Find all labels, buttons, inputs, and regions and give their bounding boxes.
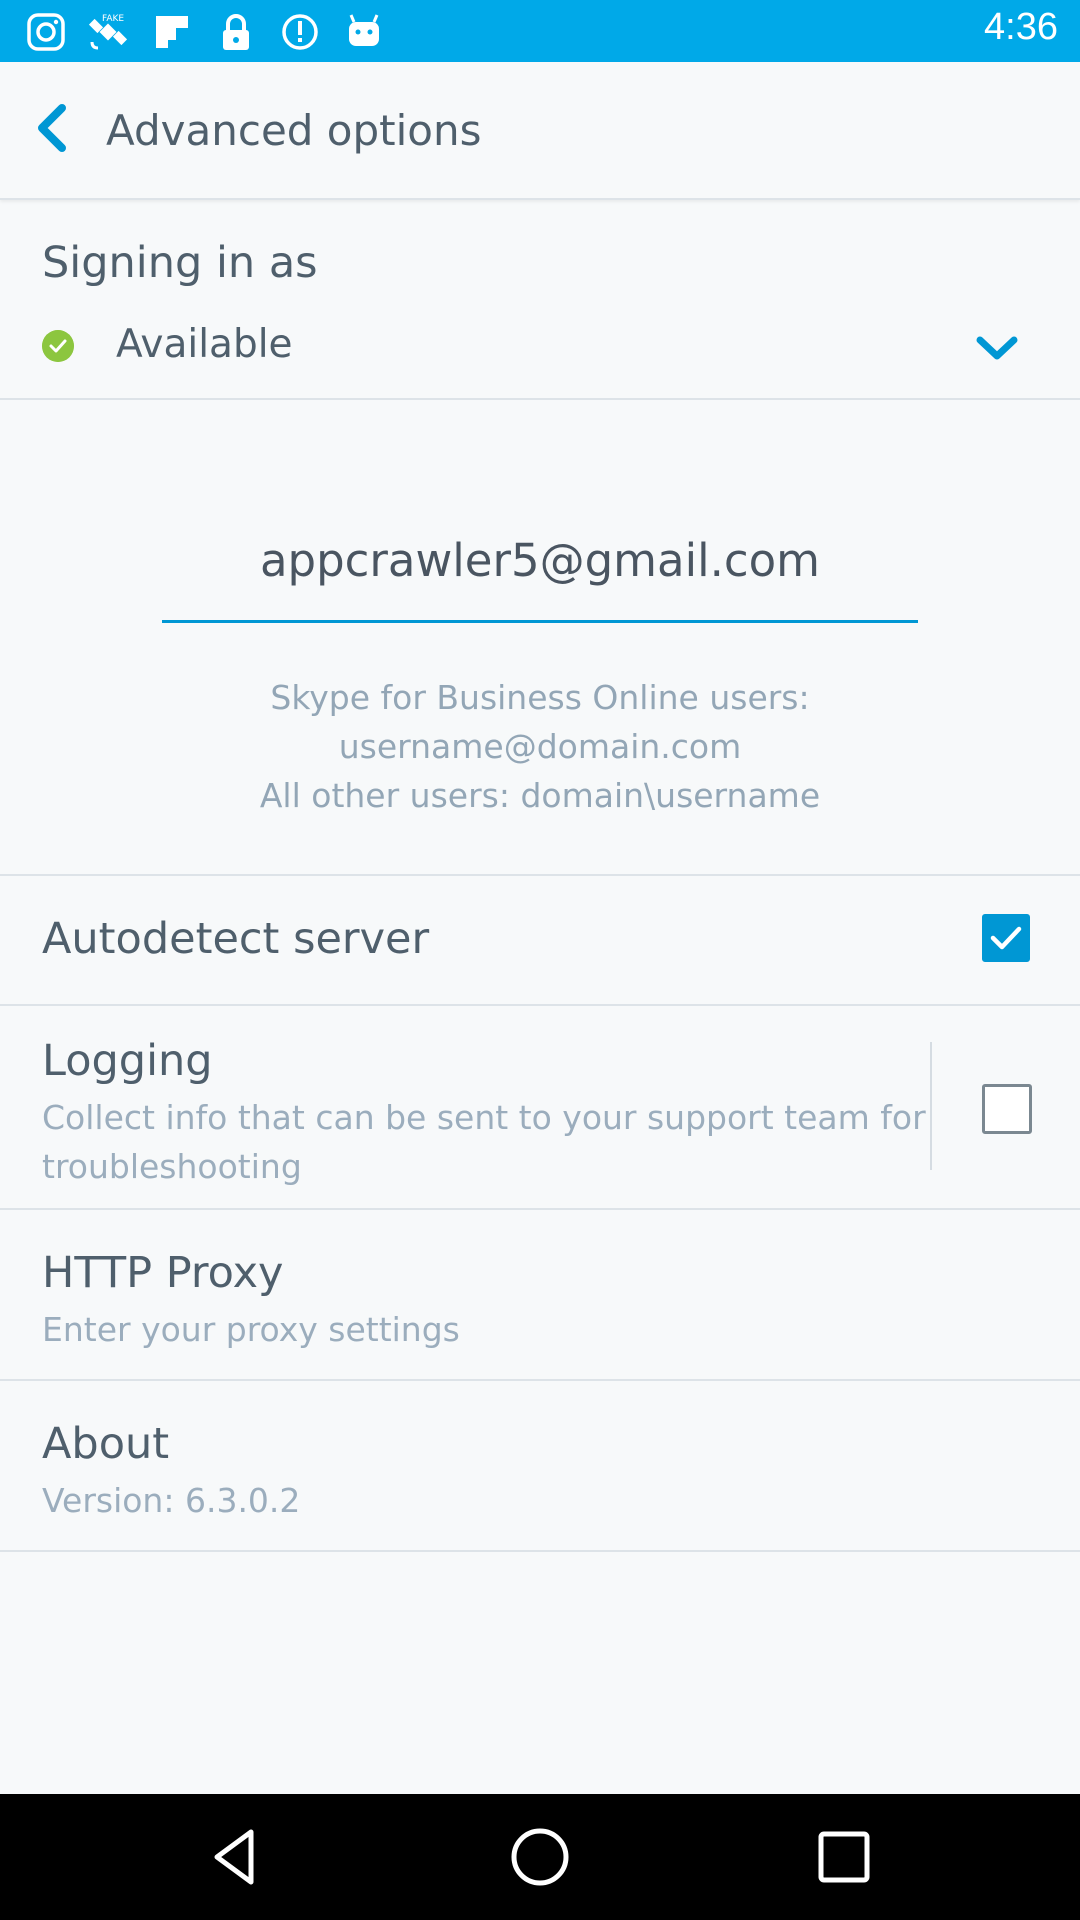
divider — [0, 1550, 1080, 1552]
hint-line-3: All other users: domain\username — [259, 776, 821, 815]
logging-description-line-2: troubleshooting — [42, 1147, 302, 1186]
presence-status-label: Available — [116, 322, 293, 367]
logging-description-line-1: Collect info that can be sent to your su… — [42, 1098, 926, 1137]
vertical-separator — [930, 1042, 932, 1170]
logging-checkbox[interactable] — [982, 1084, 1032, 1134]
logging-label: Logging — [42, 1036, 213, 1086]
fake-gps-satellite-icon: FAKE — [88, 14, 128, 50]
android-robot-icon — [349, 14, 379, 46]
email-input[interactable] — [162, 500, 918, 623]
logging-row[interactable]: Logging Collect info that can be sent to… — [0, 1006, 1080, 1208]
http-proxy-description: Enter your proxy settings — [42, 1310, 460, 1349]
instagram-icon — [27, 13, 65, 51]
page-title: Advanced options — [106, 106, 482, 155]
status-bar: FAKE 4:36 — [0, 0, 1080, 62]
autodetect-checkbox[interactable] — [982, 914, 1030, 962]
app-bar: Advanced options — [0, 62, 1080, 200]
about-row[interactable]: About Version: 6.3.0.2 — [0, 1381, 1080, 1549]
chevron-left-icon[interactable] — [26, 100, 78, 156]
autodetect-server-row[interactable]: Autodetect server — [0, 876, 1080, 1002]
hint-line-1: Skype for Business Online users: — [270, 678, 810, 717]
http-proxy-label: HTTP Proxy — [42, 1248, 284, 1298]
clock: 4:36 — [984, 6, 1058, 48]
recents-square-icon[interactable] — [811, 1824, 877, 1890]
signing-in-section: Signing in as Available — [0, 200, 1080, 400]
version-text: Version: 6.3.0.2 — [42, 1481, 301, 1520]
autodetect-server-label: Autodetect server — [42, 914, 430, 964]
check-icon — [990, 926, 1022, 950]
signing-in-label: Signing in as — [42, 238, 318, 288]
available-check-icon — [42, 330, 74, 362]
flipboard-icon — [156, 16, 188, 48]
lock-icon — [223, 14, 249, 50]
http-proxy-row[interactable]: HTTP Proxy Enter your proxy settings — [0, 1210, 1080, 1378]
back-triangle-icon[interactable] — [203, 1824, 269, 1890]
info-icon — [282, 14, 318, 50]
chevron-down-icon[interactable] — [974, 328, 1020, 368]
hint-line-2: username@domain.com — [338, 727, 742, 766]
svg-text:FAKE: FAKE — [102, 14, 124, 24]
presence-selector[interactable]: Available — [0, 318, 1080, 378]
navigation-bar — [0, 1794, 1080, 1920]
about-label: About — [42, 1419, 170, 1469]
home-circle-icon[interactable] — [507, 1824, 573, 1890]
